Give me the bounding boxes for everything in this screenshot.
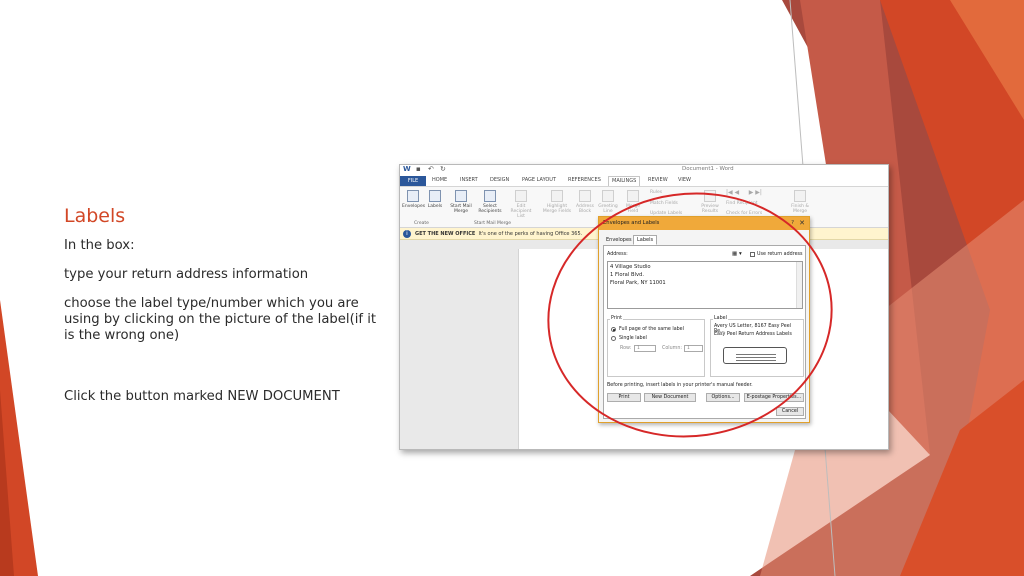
highlight-circle (547, 192, 833, 438)
slide: Labels In the box: type your return addr… (0, 0, 1024, 576)
